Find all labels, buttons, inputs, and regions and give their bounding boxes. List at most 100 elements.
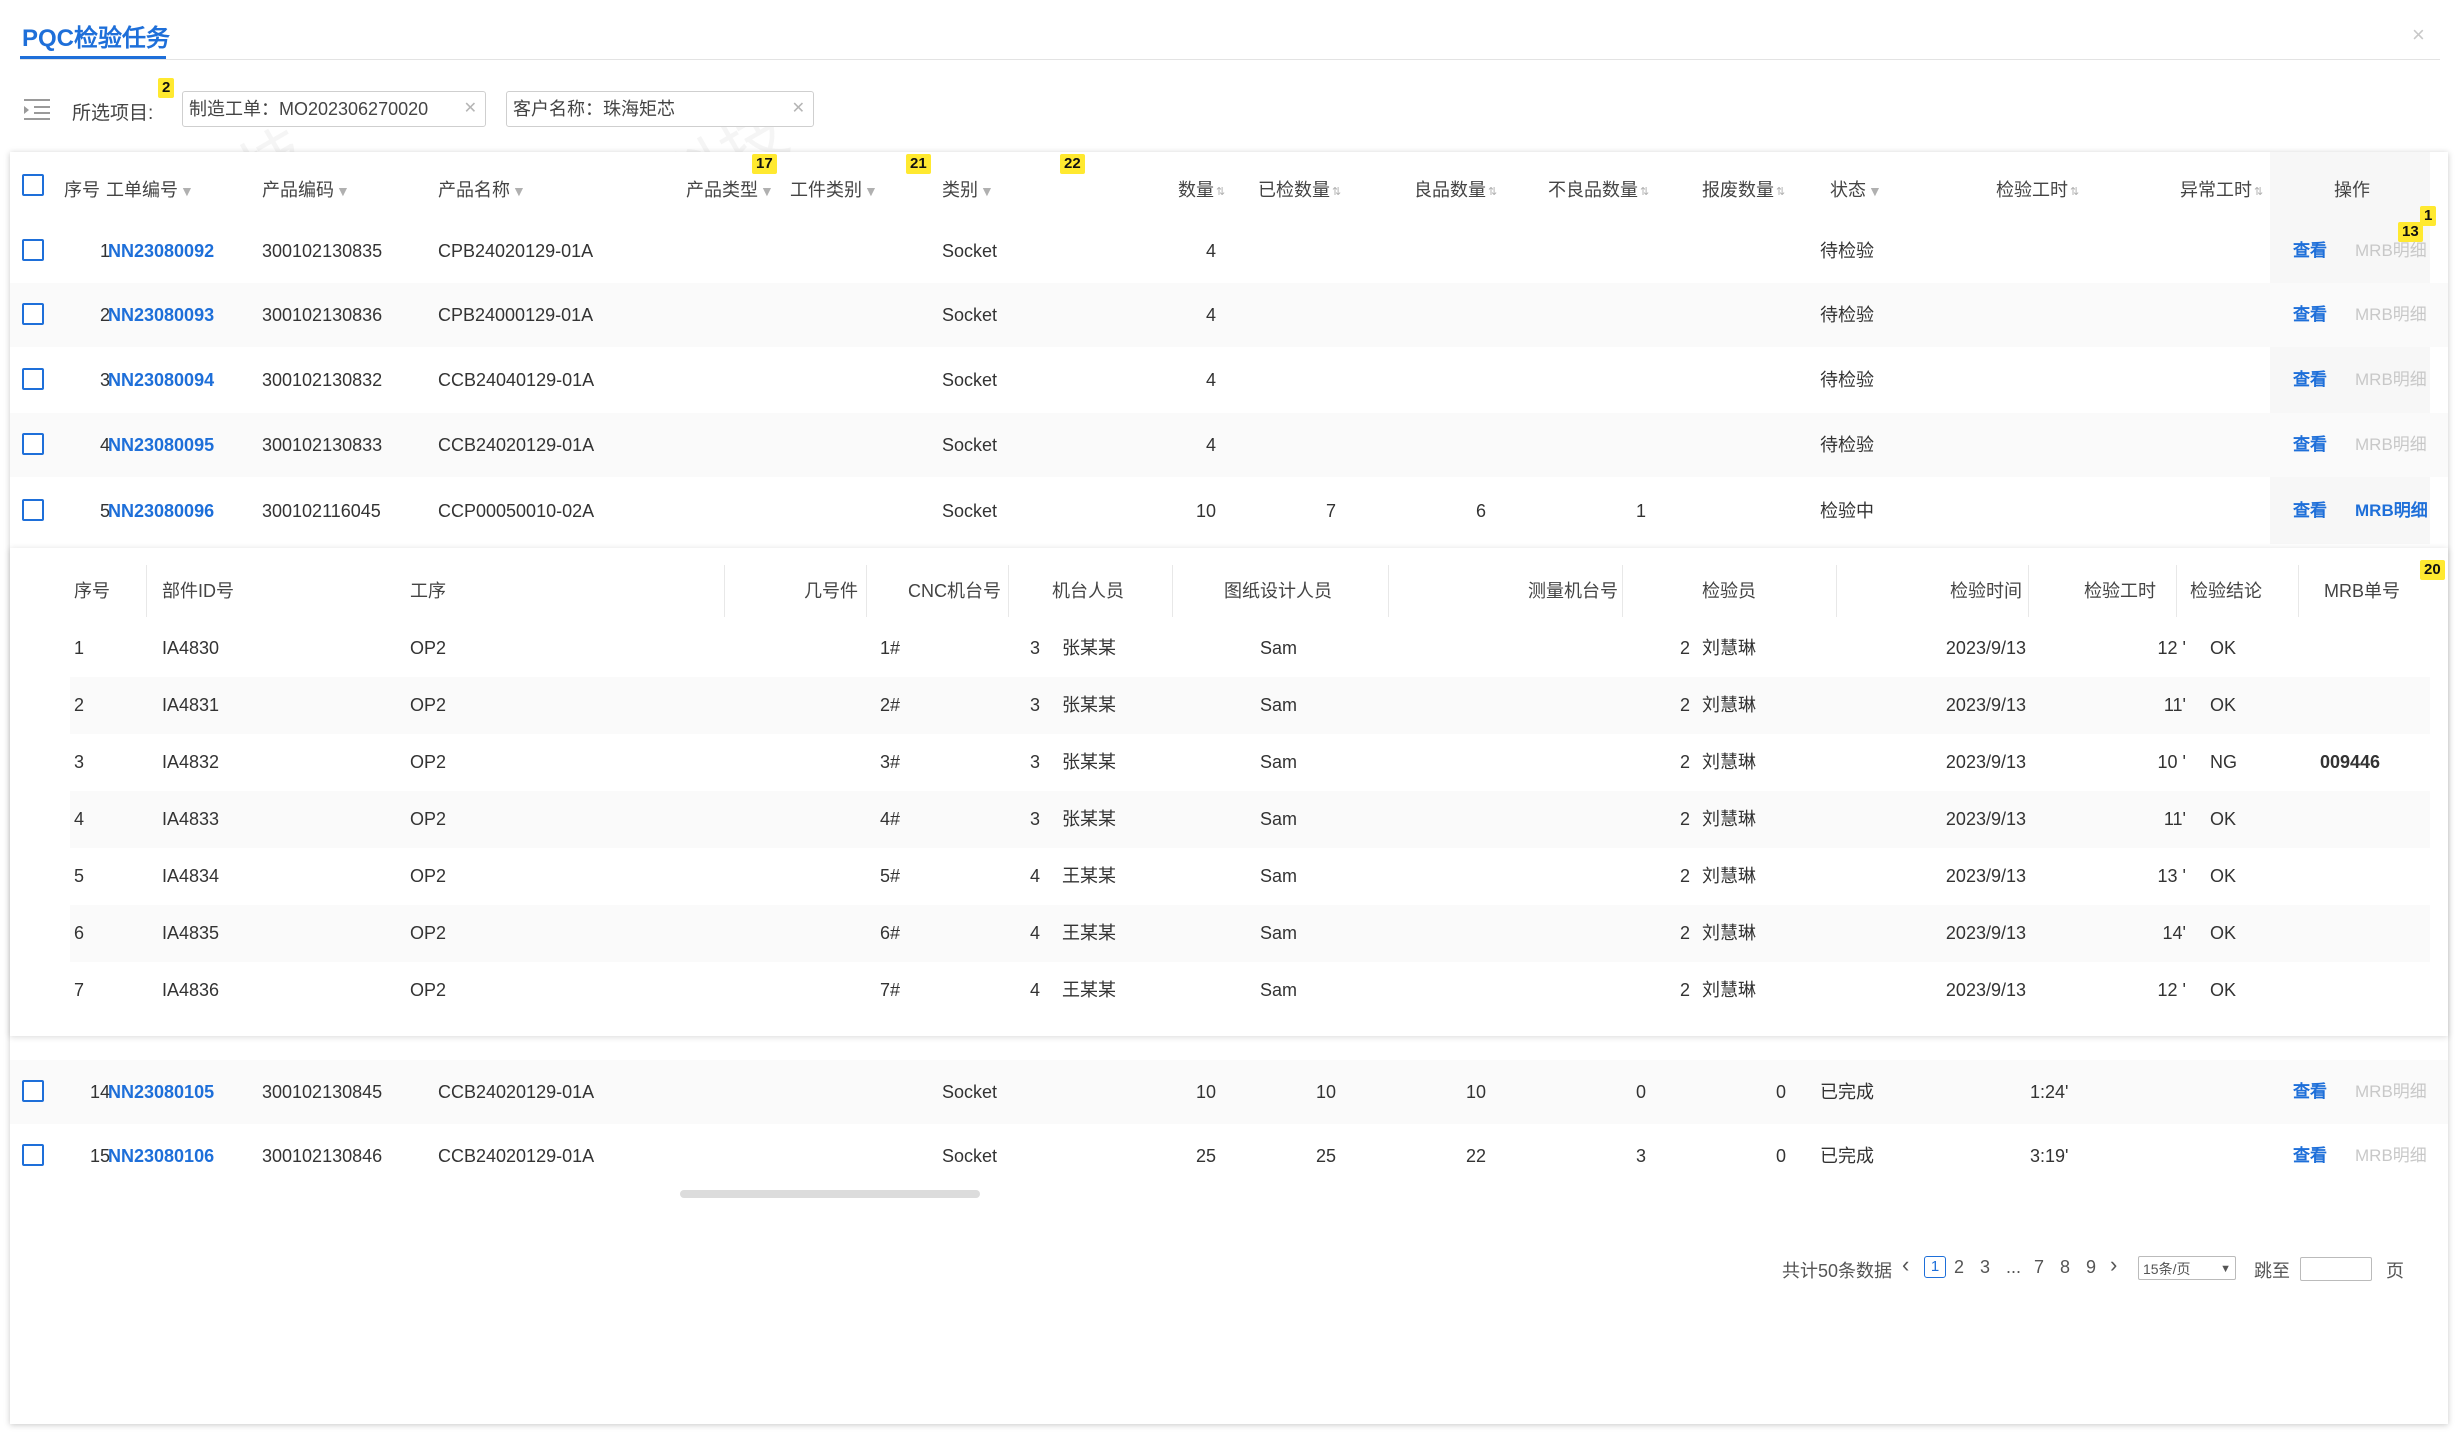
sub-cell-insp-time: 2023/9/13 — [1945, 695, 2026, 715]
sort-icon[interactable]: ⇅ — [2254, 186, 2263, 198]
header-product-name[interactable]: 产品名称 ▼ — [438, 176, 526, 202]
annotation-badge: 22 — [1060, 154, 1085, 174]
sub-cell-part-id: IA4833 — [162, 809, 220, 829]
page-current[interactable]: 1 — [1924, 1256, 1946, 1278]
header-category[interactable]: 类别 ▼ — [942, 176, 994, 202]
header-insp-hours[interactable]: 检验工时 ⇅ — [1996, 176, 2079, 202]
cell-order-no-link[interactable]: NN23080092 — [108, 219, 214, 283]
sub-cell-seq: 5 — [74, 866, 85, 886]
sort-icon[interactable]: ⇅ — [1776, 186, 1785, 198]
cell-order-no-link[interactable]: NN23080094 — [108, 348, 214, 412]
mrb-detail-link[interactable]: MRB明细 — [2355, 348, 2427, 412]
mrb-detail-link[interactable]: MRB明细 — [2355, 413, 2427, 477]
detail-row: 5 IA4834 OP2 5# 4 王某某 Sam 2 刘慧琳 2023/9/13 13 ' OK — [70, 848, 2430, 905]
mrb-detail-link[interactable]: MRB明细 — [2355, 1060, 2427, 1124]
header-workpiece-type[interactable]: 工件类别 ▼ — [790, 176, 878, 202]
column-divider — [1388, 565, 1389, 617]
header-order-no[interactable]: 工单编号 ▼ — [106, 176, 194, 202]
cell-order-no-link[interactable]: NN23080095 — [108, 413, 214, 477]
page-link[interactable]: 3 — [1980, 1257, 1990, 1278]
view-link[interactable]: 查看 — [2293, 1124, 2327, 1188]
chip-close-icon[interactable]: ✕ — [464, 92, 477, 126]
filter-icon[interactable]: ▼ — [180, 183, 194, 199]
header-label: 产品类型 — [686, 180, 758, 200]
sort-icon[interactable]: ⇅ — [1216, 186, 1225, 198]
filter-icon[interactable]: ▼ — [512, 183, 526, 199]
filter-icon[interactable]: ▼ — [336, 183, 350, 199]
row-checkbox[interactable] — [22, 1080, 44, 1102]
cell-bad-qty: 1 — [1635, 501, 1646, 521]
page-size-select[interactable]: 15条/页 ▼ — [2138, 1256, 2236, 1280]
column-divider — [146, 565, 147, 617]
sort-icon[interactable]: ⇅ — [1332, 186, 1341, 198]
filter-icon[interactable]: ▼ — [980, 183, 994, 199]
header-scrap-qty[interactable]: 报废数量 ⇅ — [1702, 176, 1785, 202]
row-checkbox[interactable] — [22, 433, 44, 455]
mrb-detail-link[interactable]: MRB明细 — [2355, 479, 2428, 543]
view-link[interactable]: 查看 — [2293, 479, 2327, 543]
mrb-detail-link[interactable]: MRB明细 — [2355, 1124, 2427, 1188]
select-all-checkbox[interactable] — [22, 174, 44, 196]
row-checkbox[interactable] — [22, 239, 44, 261]
cell-scrap-qty — [1730, 479, 1786, 543]
sub-cell-process: OP2 — [410, 752, 447, 772]
next-page-icon[interactable]: › — [2110, 1252, 2117, 1278]
column-divider — [2176, 565, 2177, 617]
filter-chip-customer[interactable]: 客户名称：珠海矩芯 ✕ — [506, 91, 814, 127]
filter-chip-work-order[interactable]: 制造工单：MO202306270020 ✕ — [182, 91, 486, 127]
sub-cell-process: OP2 — [410, 638, 447, 658]
view-link[interactable]: 查看 — [2293, 348, 2327, 412]
row-checkbox[interactable] — [22, 1144, 44, 1166]
page-link[interactable]: 7 — [2034, 1257, 2044, 1278]
sub-cell-conclusion: NG — [2210, 752, 2237, 772]
cell-category: Socket — [942, 501, 998, 521]
chip-close-icon[interactable]: ✕ — [792, 92, 805, 126]
sub-cell-inspector: 刘慧琳 — [1702, 752, 1756, 772]
cell-status: 待检验 — [1820, 241, 1874, 261]
sub-cell-part-id: IA4836 — [162, 980, 220, 1000]
view-link[interactable]: 查看 — [2293, 1060, 2327, 1124]
header-product-code[interactable]: 产品编码 ▼ — [262, 176, 350, 202]
page-link[interactable]: 8 — [2060, 1257, 2070, 1278]
cell-qty: 4 — [1205, 305, 1216, 325]
sort-icon[interactable]: ⇅ — [1488, 186, 1497, 198]
filter-icon[interactable]: ▼ — [760, 183, 774, 199]
page-ellipsis[interactable]: ... — [2006, 1257, 2021, 1278]
collapse-menu-icon[interactable] — [24, 96, 52, 122]
mrb-detail-link[interactable]: MRB明细 — [2355, 219, 2427, 283]
view-link[interactable]: 查看 — [2293, 219, 2327, 283]
page-title-tab[interactable]: PQC检验任务 — [22, 18, 170, 53]
cell-order-no-link[interactable]: NN23080093 — [108, 283, 214, 347]
sub-cell-piece-no: 2# — [879, 695, 900, 715]
cell-order-no-link[interactable]: NN23080096 — [108, 479, 214, 543]
sub-cell-insp-hours: 14' — [2162, 923, 2186, 943]
header-status[interactable]: 状态 ▼ — [1830, 176, 1882, 202]
header-label: 产品编码 — [262, 180, 334, 200]
cell-order-no-link[interactable]: NN23080105 — [108, 1060, 214, 1124]
row-checkbox[interactable] — [22, 303, 44, 325]
goto-page-input[interactable] — [2300, 1257, 2372, 1281]
sub-cell-mrb-link[interactable]: 009446 — [2320, 734, 2380, 791]
header-good-qty[interactable]: 良品数量 ⇅ — [1414, 176, 1497, 202]
mrb-detail-link[interactable]: MRB明细 — [2355, 283, 2427, 347]
header-bad-qty[interactable]: 不良品数量 ⇅ — [1548, 176, 1649, 202]
filter-icon[interactable]: ▼ — [1868, 183, 1882, 199]
cell-order-no-link[interactable]: NN23080106 — [108, 1124, 214, 1188]
prev-page-icon[interactable]: ‹ — [1902, 1252, 1909, 1278]
sort-icon[interactable]: ⇅ — [2070, 186, 2079, 198]
header-product-type[interactable]: 产品类型 ▼ — [686, 176, 774, 202]
header-abn-hours[interactable]: 异常工时 ⇅ — [2180, 176, 2263, 202]
sort-icon[interactable]: ⇅ — [1640, 186, 1649, 198]
page-link[interactable]: 2 — [1954, 1257, 1964, 1278]
horizontal-scrollbar[interactable] — [680, 1190, 980, 1198]
view-link[interactable]: 查看 — [2293, 413, 2327, 477]
page-link[interactable]: 9 — [2086, 1257, 2096, 1278]
view-link[interactable]: 查看 — [2293, 283, 2327, 347]
close-icon[interactable]: × — [2412, 22, 2425, 48]
header-qty[interactable]: 数量 ⇅ — [1178, 176, 1225, 202]
row-checkbox[interactable] — [22, 368, 44, 390]
header-label: 类别 — [942, 180, 978, 200]
filter-icon[interactable]: ▼ — [864, 183, 878, 199]
header-inspected-qty[interactable]: 已检数量 ⇅ — [1258, 176, 1341, 202]
row-checkbox[interactable] — [22, 499, 44, 521]
